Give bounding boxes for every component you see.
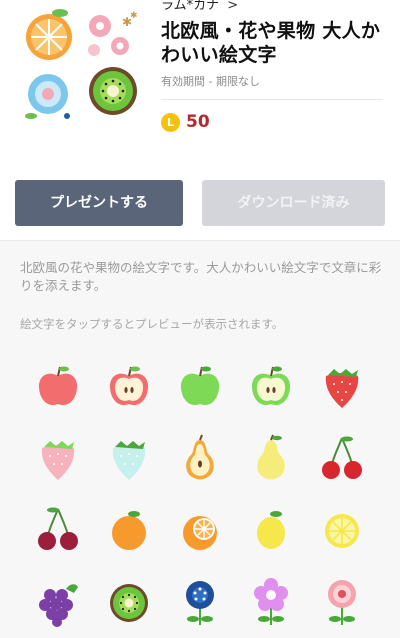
emoji-apple-green-cut-icon[interactable] [243,362,299,412]
emoji-cherries-red-icon[interactable] [314,434,370,484]
emoji-strawberry-mint-icon[interactable] [101,434,157,484]
emoji-apple-green-icon[interactable] [172,362,228,412]
svg-text:✱: ✱ [130,11,138,21]
price: L 50 [161,112,386,132]
product-info: ラム*カナ > 北欧風・花や果物 大人かわいい絵文字 有効期間 - 期限なし L… [161,0,386,132]
emoji-orange-icon[interactable] [101,505,157,555]
emoji-strawberry-red-icon[interactable] [314,362,370,412]
product-thumbnail: ✱ ✱ [25,9,138,119]
emoji-kiwi-icon[interactable] [101,577,157,627]
author-link[interactable]: ラム*カナ > [161,0,386,14]
divider [161,99,383,100]
emoji-apple-red-cut-icon[interactable] [101,362,157,412]
emoji-flower-pink-icon[interactable] [314,577,370,627]
emoji-apple-red-icon[interactable] [30,362,86,412]
author-name: ラム*カナ [161,0,220,13]
emoji-orange-cut-icon[interactable] [172,505,228,555]
line-coin-icon: L [161,112,180,132]
preview-hint: 絵文字をタップするとプレビューが表示されます。 [20,317,284,331]
emoji-lemon-icon[interactable] [243,505,299,555]
product-title: 北欧風・花や果物 大人かわいい絵文字 [161,20,381,66]
present-button[interactable]: プレゼントする [15,180,183,226]
chevron-right-icon: > [227,0,239,13]
emoji-pear-cut-icon[interactable] [172,434,228,484]
validity-period: 有効期間 - 期限なし [161,75,260,88]
downloaded-button: ダウンロード済み [202,180,385,226]
emoji-flower-blue-icon[interactable] [172,577,228,627]
emoji-grapes-icon[interactable] [30,577,86,627]
price-value: 50 [186,112,210,132]
emoji-pear-yellow-icon[interactable] [243,434,299,484]
emoji-lemon-slice-icon[interactable] [314,505,370,555]
product-description: 北欧風の花や果物の絵文字です。大人かわいい絵文字で文章に彩りを添えます。 [20,260,382,293]
product-header: ✱ ✱ ラム*カナ > 北欧風・花や果物 大人かわいい絵文字 有効期間 - 期限… [0,0,400,160]
emoji-cherries-dark-icon[interactable] [30,505,86,555]
emoji-strawberry-pink-icon[interactable] [30,434,86,484]
emoji-flower-purple-icon[interactable] [243,577,299,627]
